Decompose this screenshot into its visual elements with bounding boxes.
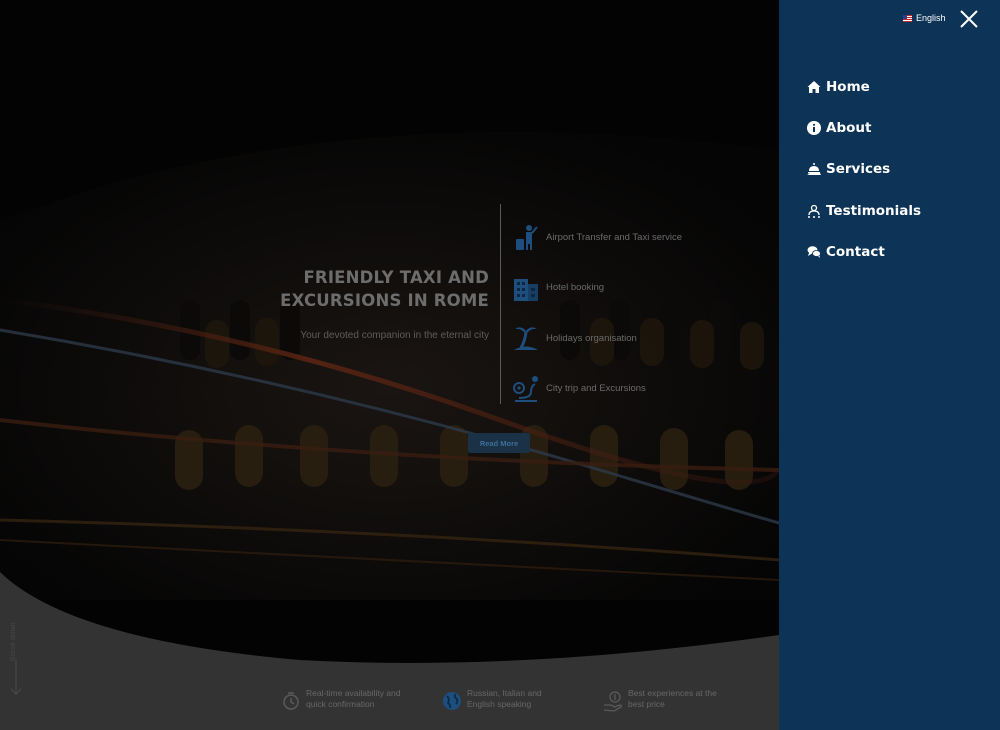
scroll-down-link[interactable]: Scroll down: [6, 622, 26, 696]
arrow-down-icon: [10, 660, 22, 695]
features-bar: Real-time availability and quick confirm…: [280, 688, 750, 714]
info-icon: [806, 120, 821, 135]
chat-bubbles-icon: [806, 244, 821, 259]
service-item[interactable]: Holidays organisation: [510, 313, 770, 364]
nav-item-label: Testimonials: [826, 202, 922, 219]
scroll-down-label: Scroll down: [10, 622, 17, 662]
headline-line-2: EXCURSIONS IN ROME: [280, 291, 489, 310]
feature-item: Best experiences at the best price: [602, 688, 738, 714]
language-selector[interactable]: English: [903, 13, 946, 23]
nav-item-testimonials[interactable]: Testimonials: [806, 190, 921, 231]
close-menu-button[interactable]: [959, 9, 979, 29]
nav-item-about[interactable]: About: [806, 107, 921, 148]
nav-item-services[interactable]: Services: [806, 149, 921, 190]
service-label: Holidays organisation: [546, 332, 637, 344]
service-label: Hotel booking: [546, 282, 605, 294]
feature-line-1: Real-time availability and: [306, 688, 401, 698]
nav-item-contact[interactable]: Contact: [806, 231, 921, 272]
side-menu-panel: English Home About Services Testimonials…: [779, 0, 1000, 730]
service-label: City trip and Excursions: [546, 383, 646, 395]
home-icon: [806, 79, 821, 94]
services-list: Airport Transfer and Taxi service Hotel …: [510, 212, 770, 414]
nav-item-label: About: [826, 119, 872, 136]
palm-tree-icon: [510, 322, 542, 354]
globe-icon: [441, 690, 465, 714]
nav-item-label: Services: [826, 161, 891, 178]
feature-item: Real-time availability and quick confirm…: [280, 688, 416, 714]
headline-line-1: FRIENDLY TAXI AND: [303, 268, 489, 287]
feature-line-2: quick confirmation: [306, 698, 375, 709]
divider: [500, 204, 501, 404]
hotel-icon: [510, 272, 542, 304]
main-nav: Home About Services Testimonials Contact: [806, 66, 921, 272]
service-item[interactable]: City trip and Excursions: [510, 364, 770, 415]
clock-check-icon: [280, 690, 304, 714]
hero-headline: FRIENDLY TAXI AND EXCURSIONS IN ROME: [229, 266, 489, 312]
feature-item: Russian, Italian and English speaking: [441, 688, 577, 714]
service-label: Airport Transfer and Taxi service: [546, 231, 683, 243]
language-label: English: [916, 13, 946, 23]
nav-item-label: Contact: [826, 243, 885, 260]
nav-item-label: Home: [826, 78, 870, 95]
feature-line-2: best price: [628, 698, 665, 709]
map-route-icon: [510, 373, 542, 405]
nav-item-home[interactable]: Home: [806, 66, 921, 107]
users-stars-icon: [806, 203, 821, 218]
feature-line-2: English speaking: [467, 698, 532, 709]
service-bell-icon: [806, 162, 821, 177]
hero-subtitle: Your devoted companion in the eternal ci…: [300, 330, 489, 341]
feature-line-1: Russian, Italian and: [467, 688, 542, 698]
traveler-icon: [510, 221, 542, 253]
feature-line-1: Best experiences at the: [628, 688, 717, 698]
service-item[interactable]: Hotel booking: [510, 263, 770, 314]
close-icon: [960, 10, 978, 28]
service-item[interactable]: Airport Transfer and Taxi service: [510, 212, 770, 263]
hero-section: FRIENDLY TAXI AND EXCURSIONS IN ROME You…: [0, 0, 779, 730]
read-more-button[interactable]: Read More: [468, 433, 530, 453]
price-hand-icon: [602, 690, 626, 714]
us-flag-icon: [903, 14, 912, 22]
